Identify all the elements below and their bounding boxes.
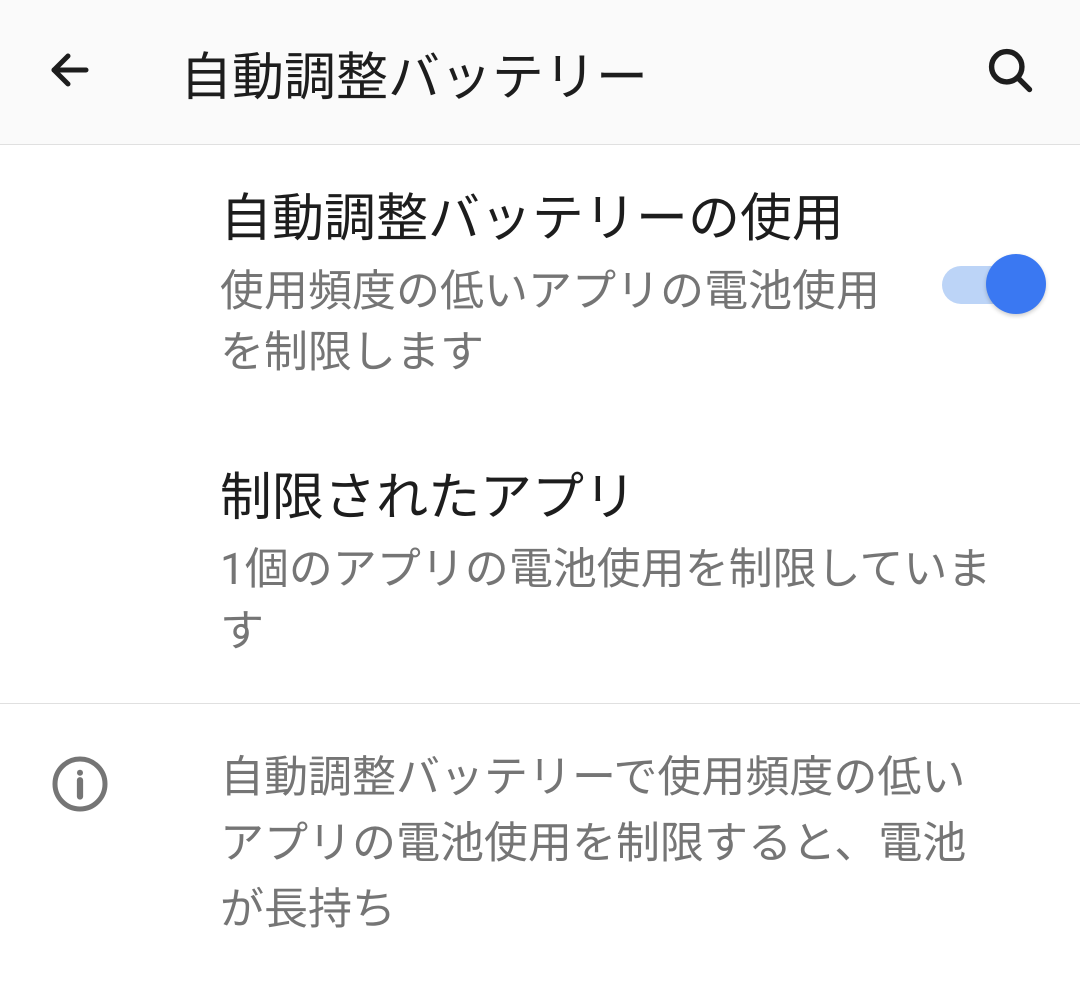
adaptive-battery-text: 自動調整バッテリーの使用 使用頻度の低いアプリの電池使用を制限します <box>220 185 942 384</box>
search-button[interactable] <box>980 42 1040 102</box>
adaptive-battery-row[interactable]: 自動調整バッテリーの使用 使用頻度の低いアプリの電池使用を制限します <box>0 145 1080 424</box>
info-section: 自動調整バッテリーで使用頻度の低いアプリの電池使用を制限すると、電池が長持ち <box>0 703 1080 982</box>
adaptive-battery-toggle[interactable] <box>942 254 1040 314</box>
arrow-back-icon <box>46 46 94 98</box>
restricted-apps-row[interactable]: 制限されたアプリ 1個のアプリの電池使用を制限しています <box>0 424 1080 703</box>
info-icon <box>50 754 110 814</box>
restricted-apps-title: 制限されたアプリ <box>220 464 1020 532</box>
adaptive-battery-title: 自動調整バッテリーの使用 <box>220 185 922 253</box>
search-icon <box>984 44 1036 100</box>
toggle-thumb <box>986 254 1046 314</box>
back-button[interactable] <box>40 42 100 102</box>
settings-content: 自動調整バッテリーの使用 使用頻度の低いアプリの電池使用を制限します 制限された… <box>0 145 1080 982</box>
info-text: 自動調整バッテリーで使用頻度の低いアプリの電池使用を制限すると、電池が長持ち <box>220 744 1040 942</box>
adaptive-battery-subtitle: 使用頻度の低いアプリの電池使用を制限します <box>220 261 922 384</box>
restricted-apps-text: 制限されたアプリ 1個のアプリの電池使用を制限しています <box>220 464 1040 663</box>
app-bar: 自動調整バッテリー <box>0 0 1080 145</box>
page-title: 自動調整バッテリー <box>180 35 980 110</box>
restricted-apps-subtitle: 1個のアプリの電池使用を制限しています <box>220 539 1020 662</box>
